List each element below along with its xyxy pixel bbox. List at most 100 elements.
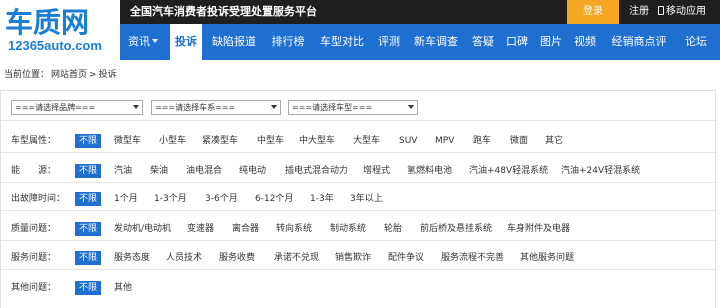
- nav-item-ranking[interactable]: 排行榜: [266, 24, 310, 60]
- filter-option[interactable]: 轮胎: [384, 222, 402, 236]
- dropdown-arrow-icon: [408, 105, 414, 109]
- filter-option[interactable]: SUV: [399, 134, 417, 148]
- model-select-value: ===请选择车型===: [292, 103, 373, 112]
- breadcrumb: 当前位置： 网站首页 > 投诉: [4, 69, 119, 81]
- filter-option-selected[interactable]: 不限: [75, 281, 102, 295]
- filter-option[interactable]: MPV: [435, 134, 454, 148]
- filter-option[interactable]: 人员技术: [166, 251, 202, 265]
- filter-row-service: 服务问题： 不限 服务态度 人员技术 服务收费 承诺不兑现 销售欺诈 配件争议 …: [1, 246, 717, 270]
- filter-option[interactable]: 配件争议: [388, 251, 424, 265]
- breadcrumb-home-link[interactable]: 网站首页: [51, 70, 87, 80]
- filter-option[interactable]: 前后桥及悬挂系统: [420, 222, 492, 236]
- filter-option[interactable]: 氢燃料电池: [407, 164, 452, 178]
- filter-option[interactable]: 变速器: [187, 222, 214, 236]
- filter-option[interactable]: 增程式: [363, 164, 390, 178]
- main-nav: 资讯 投诉 缺陷报道 排行榜 车型对比 评测 新车调查 答疑 口碑 图片 视频 …: [120, 24, 720, 60]
- breadcrumb-separator: >: [89, 70, 97, 80]
- filter-option[interactable]: 汽油+48V轻混系统: [469, 164, 548, 178]
- nav-item-survey[interactable]: 新车调查: [408, 24, 464, 60]
- nav-item-reputation[interactable]: 口碑: [502, 24, 532, 60]
- filter-option[interactable]: 6-12个月: [255, 192, 293, 206]
- filter-option[interactable]: 服务流程不完善: [441, 251, 504, 265]
- filter-option[interactable]: 离合器: [232, 222, 259, 236]
- filter-option[interactable]: 中大型车: [299, 134, 335, 148]
- filter-option-selected[interactable]: 不限: [75, 134, 102, 148]
- filter-option[interactable]: 1-3个月: [154, 192, 187, 206]
- nav-item-images[interactable]: 图片: [536, 24, 566, 60]
- chevron-down-icon: [152, 39, 158, 43]
- brand-select-value: ===请选择品牌===: [15, 103, 96, 112]
- filter-option-selected[interactable]: 不限: [75, 251, 102, 265]
- nav-label: 资讯: [128, 35, 150, 48]
- mobile-app-link[interactable]: 移动应用: [658, 0, 720, 24]
- vehicle-select-row: ===请选择品牌=== ===请选择车系=== ===请选择车型===: [1, 91, 717, 121]
- dropdown-arrow-icon: [133, 105, 139, 109]
- filter-panel: ===请选择品牌=== ===请选择车系=== ===请选择车型=== 车型属性…: [0, 90, 717, 308]
- site-title: 全国汽车消费者投诉受理处置服务平台: [130, 5, 317, 18]
- filter-option[interactable]: 1个月: [114, 192, 138, 206]
- filter-option[interactable]: 服务收费: [219, 251, 255, 265]
- dropdown-arrow-icon: [271, 105, 277, 109]
- nav-item-videos[interactable]: 视频: [570, 24, 600, 60]
- mobile-app-label: 移动应用: [666, 6, 706, 17]
- filter-option[interactable]: 制动系统: [330, 222, 366, 236]
- filter-row-car-type: 车型属性： 不限 微型车 小型车 紧凑型车 中型车 中大型车 大型车 SUV M…: [1, 129, 717, 153]
- nav-item-review[interactable]: 评测: [374, 24, 404, 60]
- filter-option[interactable]: 跑车: [473, 134, 491, 148]
- filter-label: 出故障时间：: [11, 194, 66, 204]
- filter-option[interactable]: 发动机/电动机: [114, 222, 171, 236]
- filter-option-selected[interactable]: 不限: [75, 192, 102, 206]
- filter-option[interactable]: 柴油: [150, 164, 168, 178]
- nav-item-compare[interactable]: 车型对比: [314, 24, 370, 60]
- filter-option[interactable]: 插电式混合动力: [285, 164, 348, 178]
- brand-select[interactable]: ===请选择品牌===: [11, 100, 143, 115]
- filter-option-selected[interactable]: 不限: [75, 164, 102, 178]
- filter-option[interactable]: 3-6个月: [205, 192, 238, 206]
- filter-option[interactable]: 大型车: [353, 134, 380, 148]
- filter-row-energy: 能 源： 不限 汽油 柴油 油电混合 纯电动 插电式混合动力 增程式 氢燃料电池…: [1, 159, 717, 183]
- filter-option-selected[interactable]: 不限: [75, 222, 102, 236]
- nav-item-dealer[interactable]: 经销商点评: [604, 24, 674, 60]
- filter-option[interactable]: 汽油+24V轻混系统: [561, 164, 640, 178]
- filter-option[interactable]: 汽油: [114, 164, 132, 178]
- filter-option[interactable]: 其他: [114, 281, 132, 295]
- nav-item-qa[interactable]: 答疑: [468, 24, 498, 60]
- filter-row-quality: 质量问题： 不限 发动机/电动机 变速器 离合器 转向系统 制动系统 轮胎 前后…: [1, 217, 717, 241]
- filter-option[interactable]: 小型车: [159, 134, 186, 148]
- filter-row-fault-time: 出故障时间： 不限 1个月 1-3个月 3-6个月 6-12个月 1-3年 3年…: [1, 187, 717, 211]
- nav-item-complaint[interactable]: 投诉: [170, 24, 202, 60]
- filter-option[interactable]: 车身附件及电器: [507, 222, 570, 236]
- filter-label: 能 源：: [11, 166, 57, 176]
- nav-item-news[interactable]: 资讯: [120, 24, 166, 60]
- filter-option[interactable]: 其他服务问题: [520, 251, 574, 265]
- filter-label: 其他问题：: [11, 283, 57, 293]
- model-select[interactable]: ===请选择车型===: [288, 100, 418, 115]
- filter-option[interactable]: 纯电动: [239, 164, 266, 178]
- filter-option[interactable]: 1-3年: [310, 192, 334, 206]
- filter-option[interactable]: 其它: [545, 134, 563, 148]
- logo-domain-text: 12365auto.com: [8, 38, 102, 53]
- filter-label: 车型属性：: [11, 136, 57, 146]
- filter-option[interactable]: 转向系统: [276, 222, 312, 236]
- breadcrumb-current: 投诉: [98, 70, 117, 80]
- login-button[interactable]: 登录: [567, 0, 619, 24]
- filter-option[interactable]: 中型车: [257, 134, 284, 148]
- filter-label: 质量问题：: [11, 224, 57, 234]
- register-link[interactable]: 注册: [620, 0, 658, 24]
- nav-item-defect[interactable]: 缺陷报道: [206, 24, 262, 60]
- filter-option[interactable]: 服务态度: [114, 251, 150, 265]
- filter-option[interactable]: 承诺不兑现: [274, 251, 319, 265]
- nav-item-forum[interactable]: 论坛: [678, 24, 714, 60]
- filter-option[interactable]: 微型车: [114, 134, 141, 148]
- logo-main-text: 车质网: [5, 6, 90, 39]
- filter-option[interactable]: 销售欺诈: [335, 251, 371, 265]
- breadcrumb-prefix: 当前位置：: [4, 70, 50, 80]
- filter-option[interactable]: 微面: [510, 134, 528, 148]
- site-logo[interactable]: 车质网 12365auto.com: [0, 0, 120, 62]
- series-select[interactable]: ===请选择车系===: [151, 100, 281, 115]
- filter-option[interactable]: 油电混合: [186, 164, 222, 178]
- filter-option[interactable]: 紧凑型车: [202, 134, 238, 148]
- filter-row-other: 其他问题： 不限 其他: [1, 276, 717, 300]
- filter-option[interactable]: 3年以上: [350, 192, 383, 206]
- series-select-value: ===请选择车系===: [155, 103, 236, 112]
